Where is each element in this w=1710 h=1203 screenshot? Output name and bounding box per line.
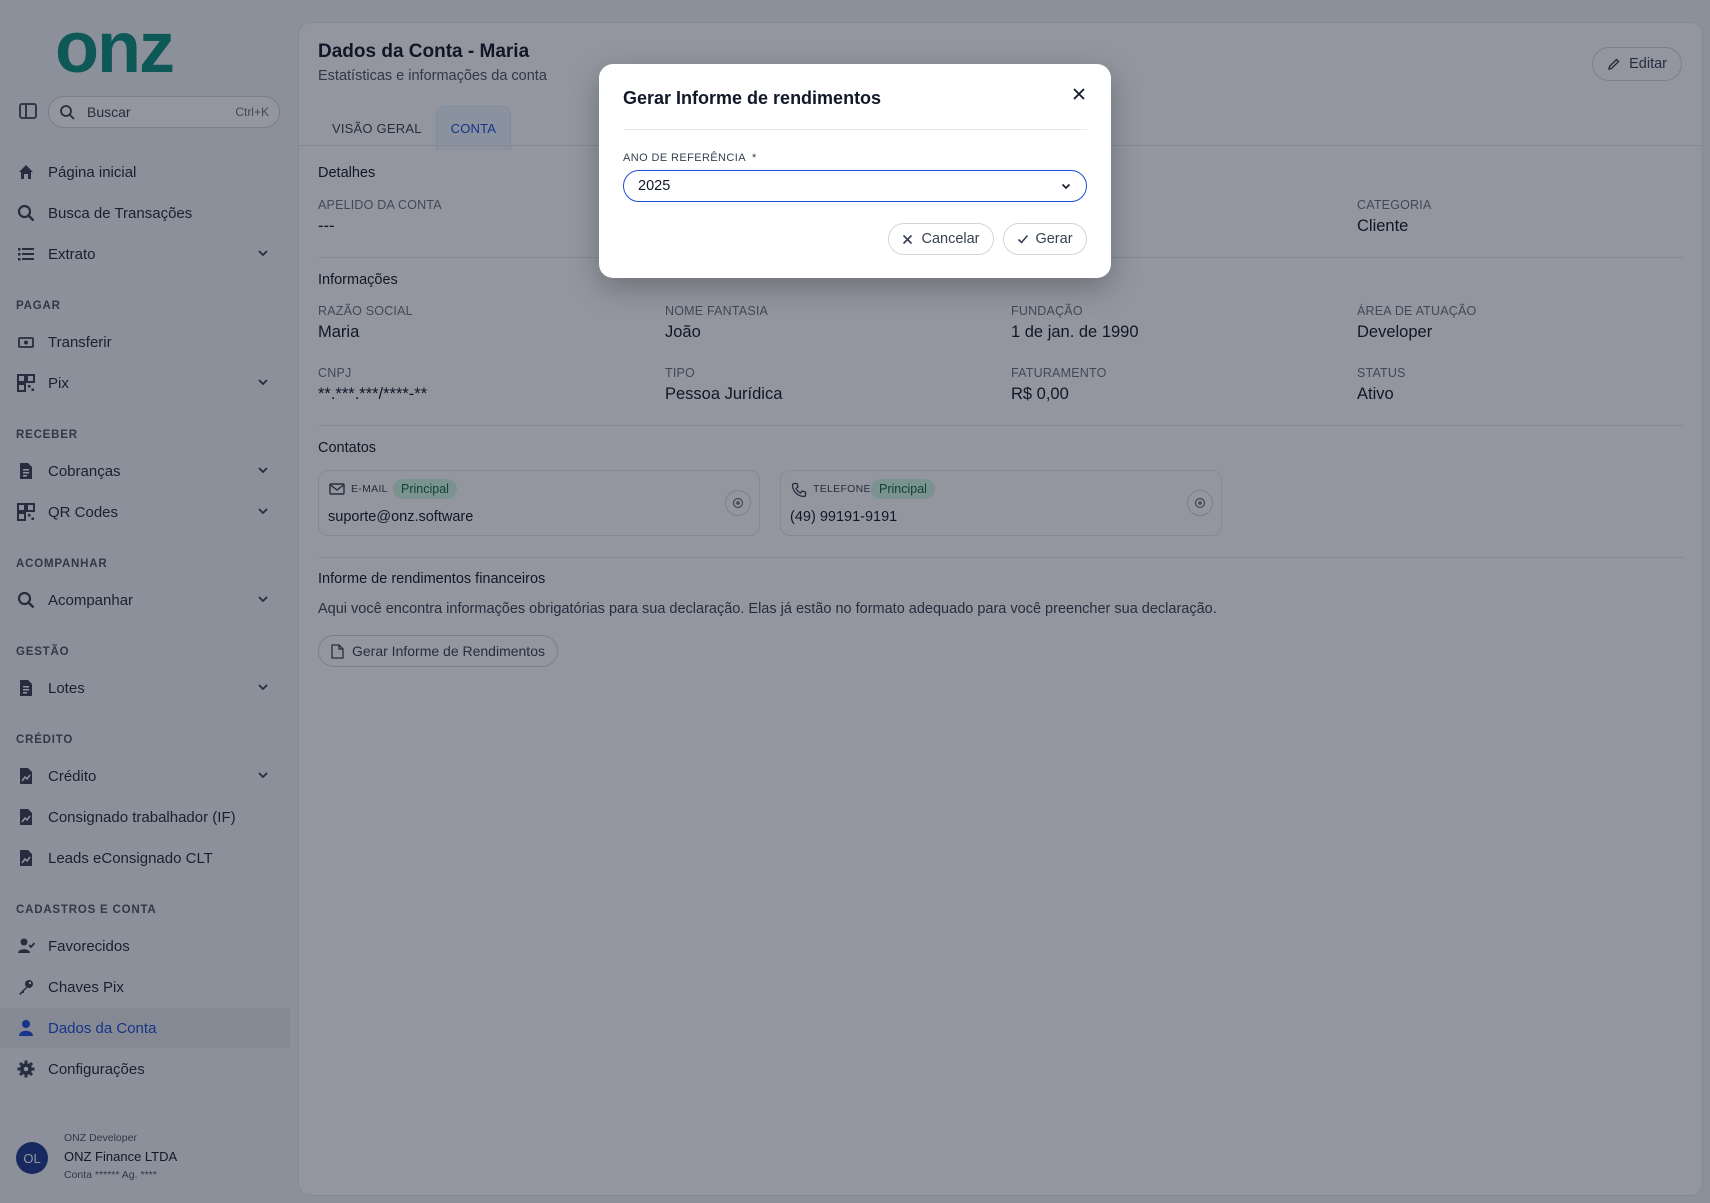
required-mark: *: [751, 152, 757, 164]
year-select[interactable]: 2025: [623, 170, 1087, 202]
cancel-button[interactable]: Cancelar: [888, 223, 994, 255]
year-field-label: ANO DE REFERÊNCIA *: [623, 152, 757, 164]
close-icon: [903, 234, 913, 244]
dialog-title: Gerar Informe de rendimentos: [623, 88, 882, 108]
divider: [623, 129, 1087, 130]
generate-informe-dialog: Gerar Informe de rendimentos ANO DE REFE…: [599, 64, 1111, 278]
generate-button-label: Gerar: [1035, 231, 1073, 247]
year-field-label-text: ANO DE REFERÊNCIA: [623, 152, 746, 164]
chevron-down-icon: [1061, 183, 1071, 190]
close-button[interactable]: [1069, 84, 1089, 104]
check-icon: [1018, 234, 1029, 244]
cancel-button-label: Cancelar: [921, 231, 980, 247]
year-select-value: 2025: [638, 178, 671, 194]
close-icon: [1073, 88, 1085, 100]
generate-button[interactable]: Gerar: [1003, 223, 1087, 255]
